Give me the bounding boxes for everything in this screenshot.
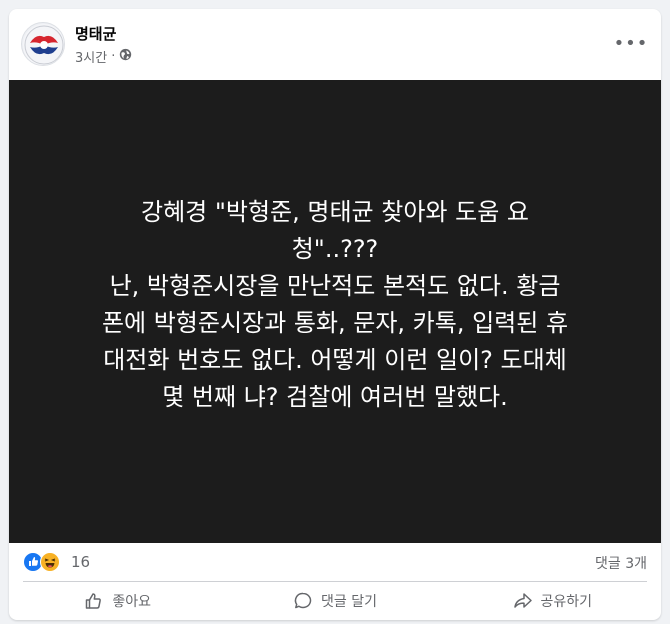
meta-separator: · [111,49,116,64]
more-options-button[interactable]: ••• [613,31,649,55]
post-image[interactable]: 강혜경 "박형준, 명태균 찾아와 도움 요 청"..??? 난, 박형준시장을… [9,80,661,543]
like-label: 좋아요 [112,594,151,610]
share-icon [513,593,532,608]
author-name[interactable]: 명태균 [75,23,116,44]
comment-button[interactable]: 댓글 달기 [226,582,443,620]
share-button[interactable]: 공유하기 [444,582,661,620]
globe-icon [119,48,132,65]
reaction-icons[interactable] [23,552,60,572]
comment-label: 댓글 달기 [321,594,377,610]
post-card: 명태균 3시간 · ••• 강혜경 "박형준, 명태균 찾아와 도움 요 청".… [9,9,661,620]
like-button[interactable]: 좋아요 [9,582,226,620]
image-text-line: 대전화 번호도 없다. 어떻게 이런 일이? 도대체 [103,345,567,374]
image-text-line: 청"..??? [291,234,379,263]
haha-reaction-icon [40,552,60,572]
post-header: 명태균 3시간 · ••• [9,9,661,79]
image-text-line: 몇 번째 냐? 검찰에 여러번 말했다. [162,382,508,411]
post-meta: 3시간 · [75,47,132,66]
image-text-line: 난, 박형준시장을 만난적도 본적도 없다. 황금 [109,271,561,300]
thumbs-up-icon [86,593,102,609]
author-avatar[interactable] [21,22,65,66]
reactions-bar: 16 댓글 3개 [9,543,661,581]
emblem-logo [23,24,64,65]
image-text-line: 폰에 박형준시장과 통화, 문자, 카톡, 입력된 휴 [101,308,569,337]
image-text-line: 강혜경 "박형준, 명태균 찾아와 도움 요 [140,197,529,226]
comment-icon [294,592,312,609]
post-actions: 좋아요 댓글 달기 공유하기 [9,582,661,620]
post-image-text: 강혜경 "박형준, 명태균 찾아와 도움 요 청"..??? 난, 박형준시장을… [55,194,615,416]
reaction-count[interactable]: 16 [71,553,90,571]
post-time[interactable]: 3시간 [75,47,107,66]
comments-count[interactable]: 댓글 3개 [595,553,647,573]
share-label: 공유하기 [540,594,593,610]
